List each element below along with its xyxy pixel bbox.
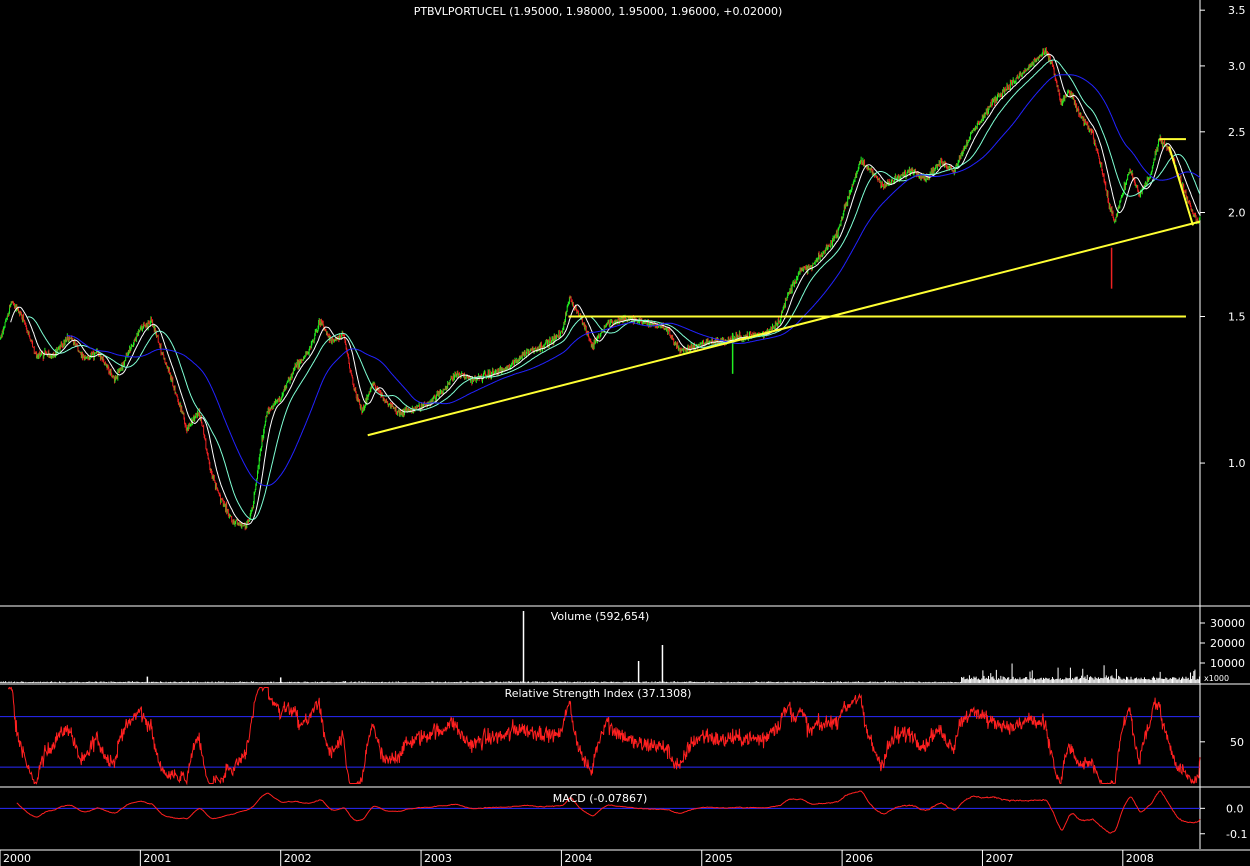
volume-tick-label: 20000 xyxy=(1210,637,1245,650)
rsi-tick-label: 50 xyxy=(1230,736,1244,749)
stock-chart: 3.5 3.0 2.5 2.0 1.5 1.0 30000 20000 10000 50 0.… xyxy=(0,0,1250,866)
price-tick-label: 3.0 xyxy=(1228,60,1246,73)
year-tick-label: 2006 xyxy=(845,852,873,865)
price-tick-label: 2.5 xyxy=(1228,126,1246,139)
macd-title: MACD (-0.07867) xyxy=(553,792,648,805)
year-tick-label: 2002 xyxy=(284,852,312,865)
year-tick-label: 2004 xyxy=(564,852,592,865)
year-tick-label: 2001 xyxy=(143,852,171,865)
price-tick-label: 3.5 xyxy=(1228,4,1246,17)
volume-tick-label: 30000 xyxy=(1210,617,1245,630)
volume-title: Volume (592,654) xyxy=(551,610,649,623)
price-tick-label: 1.0 xyxy=(1228,457,1246,470)
year-tick-label: 2003 xyxy=(424,852,452,865)
price-tick-label: 1.5 xyxy=(1228,310,1246,323)
macd-tick-label: 0.0 xyxy=(1226,802,1244,815)
price-tick-label: 2.0 xyxy=(1228,206,1246,219)
year-tick-label: 2000 xyxy=(3,852,31,865)
volume-tick-label: 10000 xyxy=(1210,657,1245,670)
macd-tick-label: -0.1 xyxy=(1226,828,1247,841)
year-tick-label: 2008 xyxy=(1126,852,1154,865)
rsi-title: Relative Strength Index (37.1308) xyxy=(505,687,692,700)
price-chart-title: PTBVLPORTUCEL (1.95000, 1.98000, 1.95000… xyxy=(414,5,783,18)
year-tick-label: 2005 xyxy=(705,852,733,865)
year-tick-label: 2007 xyxy=(985,852,1013,865)
volume-unit-label: x1000 xyxy=(1204,674,1229,683)
